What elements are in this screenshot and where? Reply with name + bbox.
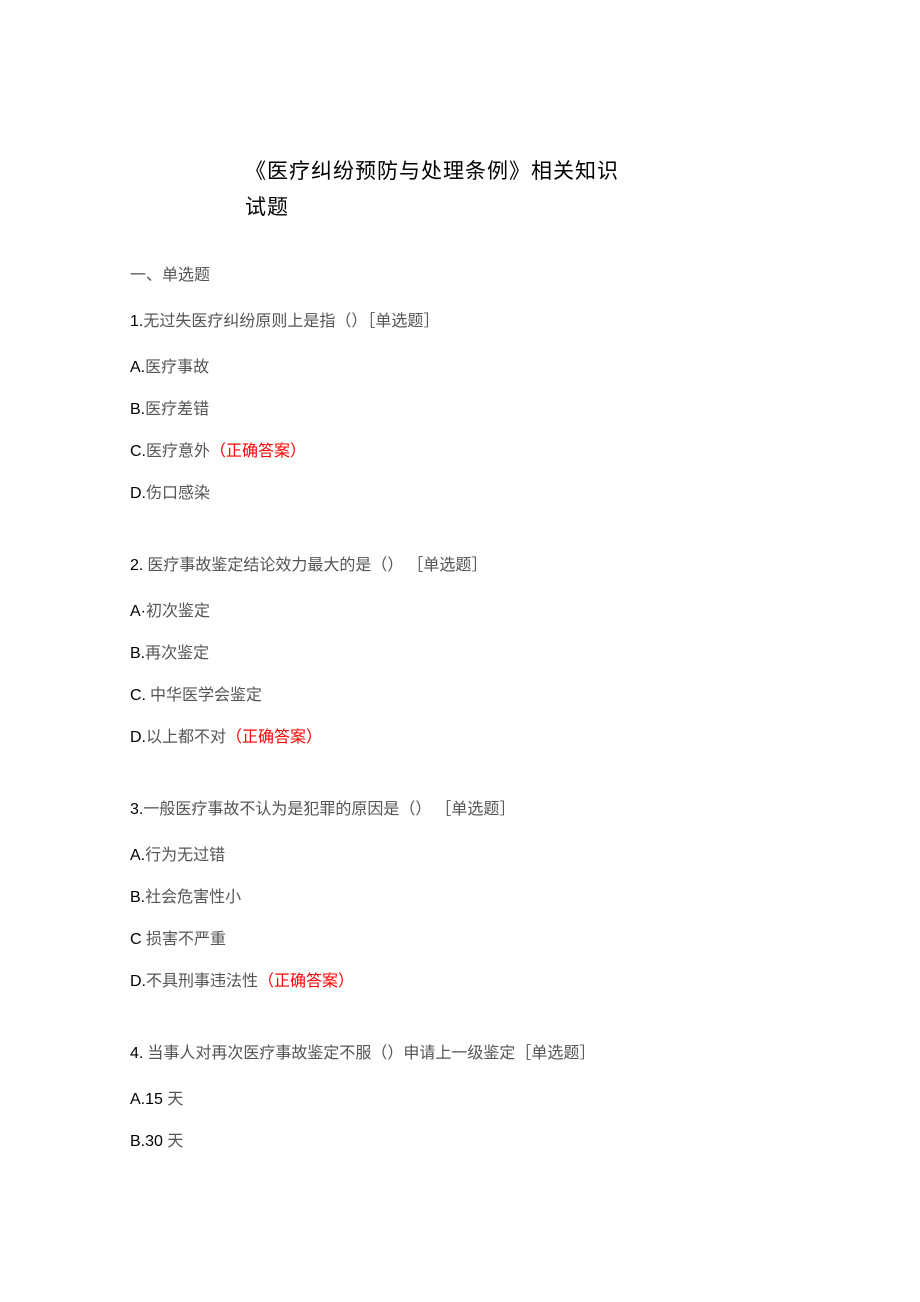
document-title: 《医疗纠纷预防与处理条例》相关知识 试题 [130,155,790,221]
option-b: B.医疗差错 [130,395,790,419]
option-a: A.医疗事故 [130,353,790,377]
option-d: D.不具刑事违法性（正确答案） [130,967,790,991]
title-line-1: 《医疗纠纷预防与处理条例》相关知识 [245,155,790,185]
question-number: 3. [130,801,143,818]
question-4-stem: 4. 当事人对再次医疗事故鉴定不服（）申请上一级鉴定［单选题］ [130,1039,790,1063]
question-4: 4. 当事人对再次医疗事故鉴定不服（）申请上一级鉴定［单选题］ A.15 天 B… [130,1039,790,1151]
correct-answer-label: （正确答案） [226,729,322,746]
option-b: B.30 天 [130,1127,790,1151]
question-1-stem: 1.无过失医疗纠纷原则上是指（）［单选题］ [130,307,790,331]
question-number: 4. [130,1045,143,1062]
option-c: C 损害不严重 [130,925,790,949]
title-line-2: 试题 [245,191,790,221]
question-1: 1.无过失医疗纠纷原则上是指（）［单选题］ A.医疗事故 B.医疗差错 C.医疗… [130,307,790,503]
correct-answer-label: （正确答案） [210,443,306,460]
option-c: C.医疗意外（正确答案） [130,437,790,461]
option-a: A.15 天 [130,1085,790,1109]
option-d: D.以上都不对（正确答案） [130,723,790,747]
question-number: 2. [130,557,143,574]
option-d: D.伤口感染 [130,479,790,503]
option-c: C. 中华医学会鉴定 [130,681,790,705]
question-3-stem: 3.一般医疗事故不认为是犯罪的原因是（） ［单选题］ [130,795,790,819]
option-b: B.再次鉴定 [130,639,790,663]
option-a: A·初次鉴定 [130,597,790,621]
option-b: B.社会危害性小 [130,883,790,907]
option-a: A.行为无过错 [130,841,790,865]
question-3: 3.一般医疗事故不认为是犯罪的原因是（） ［单选题］ A.行为无过错 B.社会危… [130,795,790,991]
question-2: 2. 医疗事故鉴定结论效力最大的是（） ［单选题］ A·初次鉴定 B.再次鉴定 … [130,551,790,747]
question-2-stem: 2. 医疗事故鉴定结论效力最大的是（） ［单选题］ [130,551,790,575]
section-header: 一、单选题 [130,261,790,285]
question-number: 1. [130,313,143,330]
correct-answer-label: （正确答案） [258,973,354,990]
